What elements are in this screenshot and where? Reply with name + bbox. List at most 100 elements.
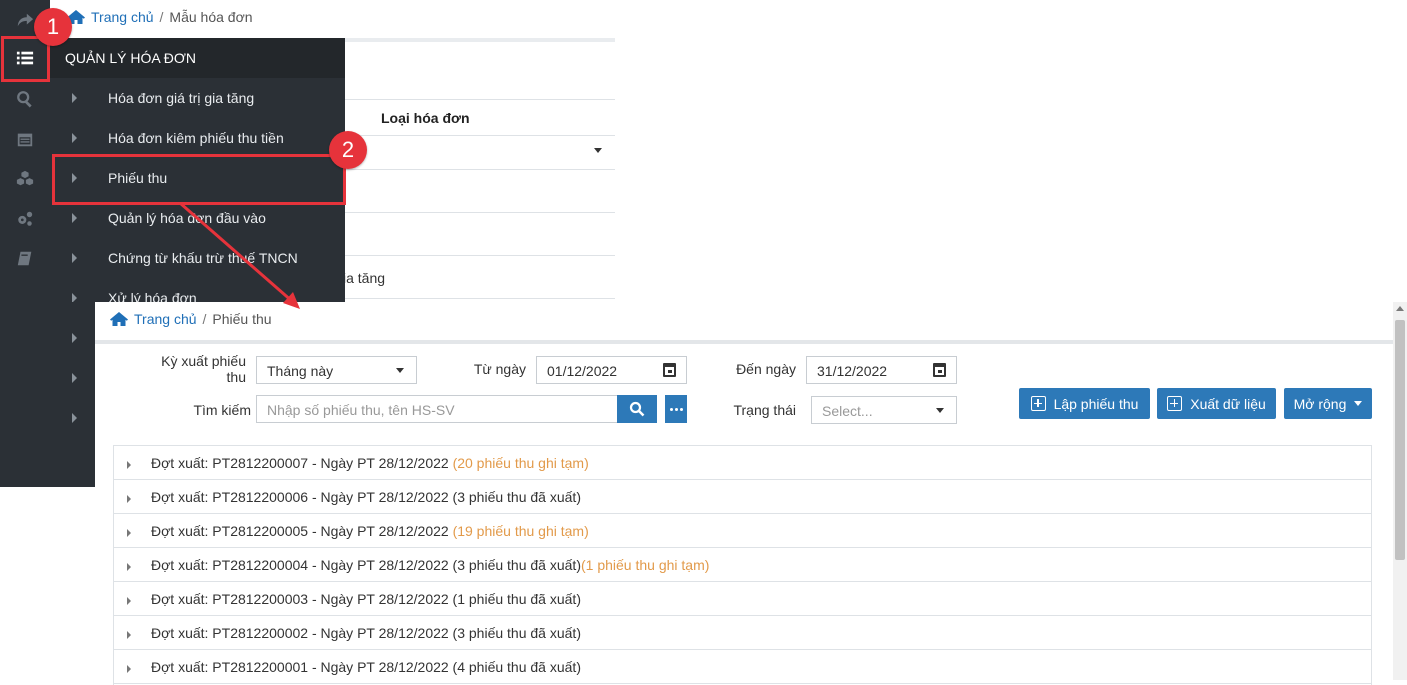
button-label: Mở rộng [1293, 395, 1347, 412]
search-label: Tìm kiếm [193, 402, 251, 418]
menu-item-invoice-receipt[interactable]: Hóa đơn kiêm phiếu thu tiền [50, 118, 345, 158]
list-item[interactable]: Đợt xuất: PT2812200004 - Ngày PT 28/12/2… [114, 548, 1371, 582]
to-date-field[interactable]: 31/12/2022 [806, 356, 957, 384]
table-divider [345, 169, 615, 170]
export-data-button[interactable]: Xuất dữ liệu [1157, 388, 1276, 419]
menu-item-label: Quản lý hóa đơn đầu vào [108, 210, 266, 226]
search-icon [629, 401, 645, 417]
expand-icon[interactable] [127, 665, 131, 673]
expand-icon[interactable] [127, 563, 131, 571]
from-date-label: Từ ngày [473, 361, 526, 377]
button-label: Lập phiếu thu [1053, 395, 1139, 412]
calendar-icon[interactable] [0, 119, 50, 159]
expand-icon[interactable] [127, 597, 131, 605]
table-divider [345, 298, 615, 299]
batch-text: Đợt xuất: PT2812200007 - Ngày PT 28/12/2… [151, 455, 453, 471]
scroll-up-icon[interactable] [1396, 306, 1404, 311]
dot-icon [669, 407, 673, 411]
to-date-label: Đến ngày [736, 361, 796, 377]
expand-icon[interactable] [127, 461, 131, 469]
search-input[interactable]: Nhập số phiếu thu, tên HS-SV [256, 395, 618, 423]
table-divider [345, 255, 615, 256]
chevron-down-icon [936, 408, 944, 413]
plus-square-icon [1167, 396, 1183, 411]
menu-item-label: Chứng từ khấu trừ thuế TNCN [108, 250, 298, 266]
chevron-down-icon [396, 368, 404, 373]
caret-right-icon[interactable] [72, 333, 77, 343]
menu-item-label: Xử lý hóa đơn [108, 290, 197, 302]
from-date-field[interactable]: 01/12/2022 [536, 356, 687, 384]
batch-text: Đợt xuất: PT2812200001 - Ngày PT 28/12/2… [151, 659, 581, 675]
caret-right-icon [72, 213, 77, 223]
breadcrumb-home-link[interactable]: Trang chủ [91, 9, 154, 25]
list-item[interactable]: Đợt xuất: PT2812200001 - Ngày PT 28/12/2… [114, 650, 1371, 684]
status-select[interactable]: Select... [811, 396, 957, 424]
batch-text: Đợt xuất: PT2812200005 - Ngày PT 28/12/2… [151, 523, 453, 539]
menu-item-vat-invoice[interactable]: Hóa đơn giá trị gia tăng [50, 78, 345, 118]
breadcrumb-home-link[interactable]: Trang chủ [134, 311, 197, 327]
menu-item-label: Hóa đơn kiêm phiếu thu tiền [108, 130, 284, 146]
caret-right-icon [72, 293, 77, 302]
caret-right-icon[interactable] [72, 373, 77, 383]
caret-right-icon[interactable] [72, 413, 77, 423]
list-item[interactable]: Đợt xuất: PT2812200002 - Ngày PT 28/12/2… [114, 616, 1371, 650]
table-divider [345, 212, 615, 213]
table-divider [345, 135, 615, 136]
menu-item-tax-withholding[interactable]: Chứng từ khấu trừ thuế TNCN [50, 238, 345, 278]
list-item[interactable]: Đợt xuất: PT2812200006 - Ngày PT 28/12/2… [114, 480, 1371, 514]
breadcrumb-current: Mẫu hóa đơn [169, 9, 253, 25]
from-date-value: 01/12/2022 [547, 363, 618, 379]
menu-header: QUẢN LÝ HÓA ĐƠN [50, 38, 345, 78]
batch-draft-note: (1 phiếu thu ghi tạm) [580, 557, 710, 573]
plus-square-icon [1030, 396, 1046, 411]
home-icon[interactable] [110, 311, 128, 327]
column-header: Loại hóa đơn [381, 110, 470, 126]
batch-draft-note: (20 phiếu thu ghi tạm) [452, 455, 589, 471]
dot-icon [679, 407, 683, 411]
menu-item-invoice-processing[interactable]: Xử lý hóa đơn [50, 278, 345, 302]
menu-item-label: Hóa đơn giá trị gia tăng [108, 90, 255, 106]
search-icon[interactable] [0, 79, 50, 119]
expand-icon[interactable] [127, 631, 131, 639]
dot-icon [674, 407, 678, 411]
batch-list: Đợt xuất: PT2812200007 - Ngày PT 28/12/2… [113, 445, 1372, 685]
chevron-down-icon [1354, 401, 1363, 406]
caret-right-icon [72, 93, 77, 103]
breadcrumb-separator: / [202, 311, 207, 327]
period-label-line: Kỳ xuất phiếu [161, 353, 246, 369]
menu-continuation [50, 302, 95, 487]
step-badge-1: 1 [34, 8, 72, 46]
batch-text: Đợt xuất: PT2812200004 - Ngày PT 28/12/2… [151, 557, 581, 573]
period-label-line: thu [226, 369, 246, 385]
step-badge-2: 2 [329, 131, 367, 169]
calendar-icon[interactable] [933, 363, 946, 377]
batch-text: Đợt xuất: PT2812200006 - Ngày PT 28/12/2… [151, 489, 581, 505]
breadcrumb-separator: / [159, 9, 164, 25]
expand-menu-button[interactable]: Mở rộng [1284, 388, 1372, 419]
breadcrumb: Trang chủ / Phiếu thu [110, 311, 272, 327]
book-icon[interactable] [0, 239, 50, 279]
more-options-button[interactable] [665, 395, 687, 423]
calendar-icon[interactable] [663, 363, 676, 377]
scrollbar-thumb[interactable] [1395, 320, 1405, 560]
list-item[interactable]: Đợt xuất: PT2812200005 - Ngày PT 28/12/2… [114, 514, 1371, 548]
period-select[interactable]: Tháng này [256, 356, 417, 384]
breadcrumb-current: Phiếu thu [212, 311, 272, 327]
to-date-value: 31/12/2022 [817, 363, 888, 379]
search-button[interactable] [617, 395, 657, 423]
table-cell: ia tăng [343, 270, 386, 286]
list-item[interactable]: Đợt xuất: PT2812200007 - Ngày PT 28/12/2… [114, 446, 1371, 480]
highlight-box-receipt-item [52, 154, 346, 205]
table-divider [345, 99, 615, 100]
expand-icon[interactable] [127, 529, 131, 537]
page-header-divider [95, 340, 1393, 344]
expand-icon[interactable] [127, 495, 131, 503]
list-item[interactable]: Đợt xuất: PT2812200003 - Ngày PT 28/12/2… [114, 582, 1371, 616]
create-receipt-button[interactable]: Lập phiếu thu [1019, 388, 1150, 419]
batch-text: Đợt xuất: PT2812200002 - Ngày PT 28/12/2… [151, 625, 581, 641]
breadcrumb-back: Trang chủ / Mẫu hóa đơn [67, 9, 253, 25]
cogs-icon[interactable] [0, 199, 50, 239]
chevron-down-icon[interactable] [594, 148, 602, 153]
cubes-icon[interactable] [0, 159, 50, 199]
batch-text: Đợt xuất: PT2812200003 - Ngày PT 28/12/2… [151, 591, 581, 607]
